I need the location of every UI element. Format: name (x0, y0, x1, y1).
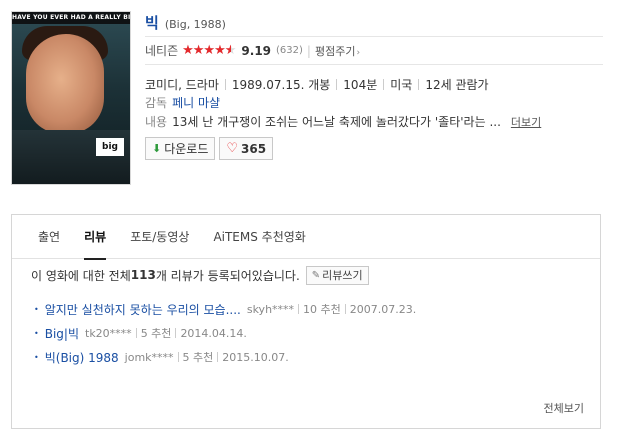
review-author: tk20**** (85, 326, 132, 340)
movie-genre: 코미디, 드라마 (145, 77, 219, 92)
list-item: • Big|빅 tk20**** 5 추천 2014.04.14. (34, 321, 600, 345)
rating-score: 9.19 (241, 43, 272, 58)
like-button[interactable]: ♡ 365 (219, 137, 274, 160)
review-author: skyh**** (246, 302, 295, 316)
star-rating-fill: ★★★★★ (182, 43, 232, 58)
review-count: 113 (130, 268, 156, 282)
tab-bar: 출연 리뷰 포토/동영상 AiTEMS 추천영화 (12, 215, 600, 260)
download-label: 다운로드 (164, 142, 209, 156)
heart-icon: ♡ (226, 141, 239, 156)
synopsis-label: 내용 (145, 115, 168, 129)
divider (224, 78, 226, 90)
title-row: 빅 (Big, 1988) (145, 12, 603, 37)
synopsis-row: 내용 13세 난 개구쟁이 조쉬는 어느날 축제에 놀러갔다가 '졸타'라는 .… (145, 112, 603, 131)
chevron-right-icon: › (356, 47, 361, 58)
review-list: • 알지만 실천하지 못하는 우리의 모습.... skyh**** 10 추천… (12, 297, 600, 369)
synopsis-more-link[interactable]: 더보기 (511, 114, 541, 130)
divider (177, 352, 179, 362)
rating-label: 네티즌 (145, 44, 179, 58)
review-date: 2014.04.14. (180, 326, 247, 340)
download-button[interactable]: ⬇ 다운로드 (145, 137, 216, 160)
bullet-icon: • (34, 304, 39, 314)
review-title[interactable]: Big|빅 (45, 325, 79, 342)
tab-cast[interactable]: 출연 (26, 215, 72, 259)
synopsis-text: 13세 난 개구쟁이 조쉬는 어느날 축제에 놀러갔다가 '졸타'라는 ... (172, 115, 501, 129)
review-author: jomk**** (124, 350, 174, 364)
review-date: 2015.10.07. (222, 350, 289, 364)
movie-release: 1989.07.15. 개봉 (231, 77, 331, 92)
movie-runtime: 104분 (343, 77, 378, 92)
divider (383, 78, 385, 90)
divider (217, 352, 219, 362)
like-count: 365 (241, 141, 267, 156)
list-item: • 알지만 실천하지 못하는 우리의 모습.... skyh**** 10 추천… (34, 297, 600, 321)
divider (344, 304, 346, 314)
tab-reviews[interactable]: 리뷰 (72, 215, 118, 260)
review-recommend: 5 추천 (182, 351, 214, 364)
poster-tagline: HAVE YOU EVER HAD A REALLY BIG SECRET? (12, 12, 130, 24)
director-label: 감독 (145, 96, 168, 110)
list-item: • 빅(Big) 1988 jomk**** 5 추천 2015.10.07. (34, 345, 600, 369)
divider (298, 304, 300, 314)
summary-prefix: 이 영화에 대한 전체 (31, 268, 131, 283)
rating-count: (632) (276, 45, 303, 56)
poster-face (26, 34, 104, 134)
divider: | (306, 43, 311, 58)
poster-title-logo: big (96, 138, 124, 156)
pencil-icon: ✎ (311, 269, 321, 281)
review-panel: 출연 리뷰 포토/동영상 AiTEMS 추천영화 이 영화에 대한 전체 113… (11, 214, 601, 429)
movie-info: 빅 (Big, 1988) 네티즌 ★★★★★ ★★★★★ 9.19 (632)… (145, 12, 603, 160)
rate-link[interactable]: 평점주기› (315, 43, 360, 59)
review-recommend: 5 추천 (140, 327, 172, 340)
movie-poster[interactable]: HAVE YOU EVER HAD A REALLY BIG SECRET? b… (11, 11, 131, 185)
review-title[interactable]: 빅(Big) 1988 (45, 349, 119, 366)
divider (336, 78, 338, 90)
view-all-link[interactable]: 전체보기 (544, 400, 584, 416)
tab-aitems-recommend[interactable]: AiTEMS 추천영화 (201, 215, 317, 259)
review-recommend: 10 추천 (303, 303, 341, 316)
bullet-icon: • (34, 328, 39, 338)
movie-age-rating: 12세 관람가 (425, 77, 489, 92)
director-link[interactable]: 페니 마샬 (172, 94, 220, 111)
divider (418, 78, 420, 90)
movie-original-title: (Big, 1988) (164, 18, 226, 31)
divider (135, 328, 137, 338)
review-title[interactable]: 알지만 실천하지 못하는 우리의 모습.... (45, 301, 241, 318)
action-buttons: ⬇ 다운로드 ♡ 365 (145, 137, 603, 160)
summary-suffix: 개 리뷰가 등록되어있습니다. (155, 268, 300, 283)
movie-title[interactable]: 빅 (145, 12, 159, 33)
rating-row: 네티즌 ★★★★★ ★★★★★ 9.19 (632) | 평점주기› (145, 37, 603, 65)
divider (175, 328, 177, 338)
write-review-button[interactable]: ✎ 리뷰쓰기 (305, 265, 369, 285)
movie-country: 미국 (390, 77, 413, 92)
movie-meta: 코미디, 드라마 1989.07.15. 개봉 104분 미국 12세 관람가 (145, 75, 603, 93)
write-review-label: 리뷰쓰기 (322, 269, 363, 282)
download-icon: ⬇ (152, 142, 162, 155)
star-rating: ★★★★★ ★★★★★ (182, 43, 236, 58)
tab-photo-video[interactable]: 포토/동영상 (118, 215, 201, 259)
bullet-icon: • (34, 352, 39, 362)
review-summary: 이 영화에 대한 전체 113 개 리뷰가 등록되어있습니다. ✎ 리뷰쓰기 (12, 259, 600, 291)
review-date: 2007.07.23. (349, 302, 417, 316)
director-row: 감독 페니 마샬 (145, 93, 603, 112)
rate-link-label: 평점주기 (314, 44, 356, 58)
